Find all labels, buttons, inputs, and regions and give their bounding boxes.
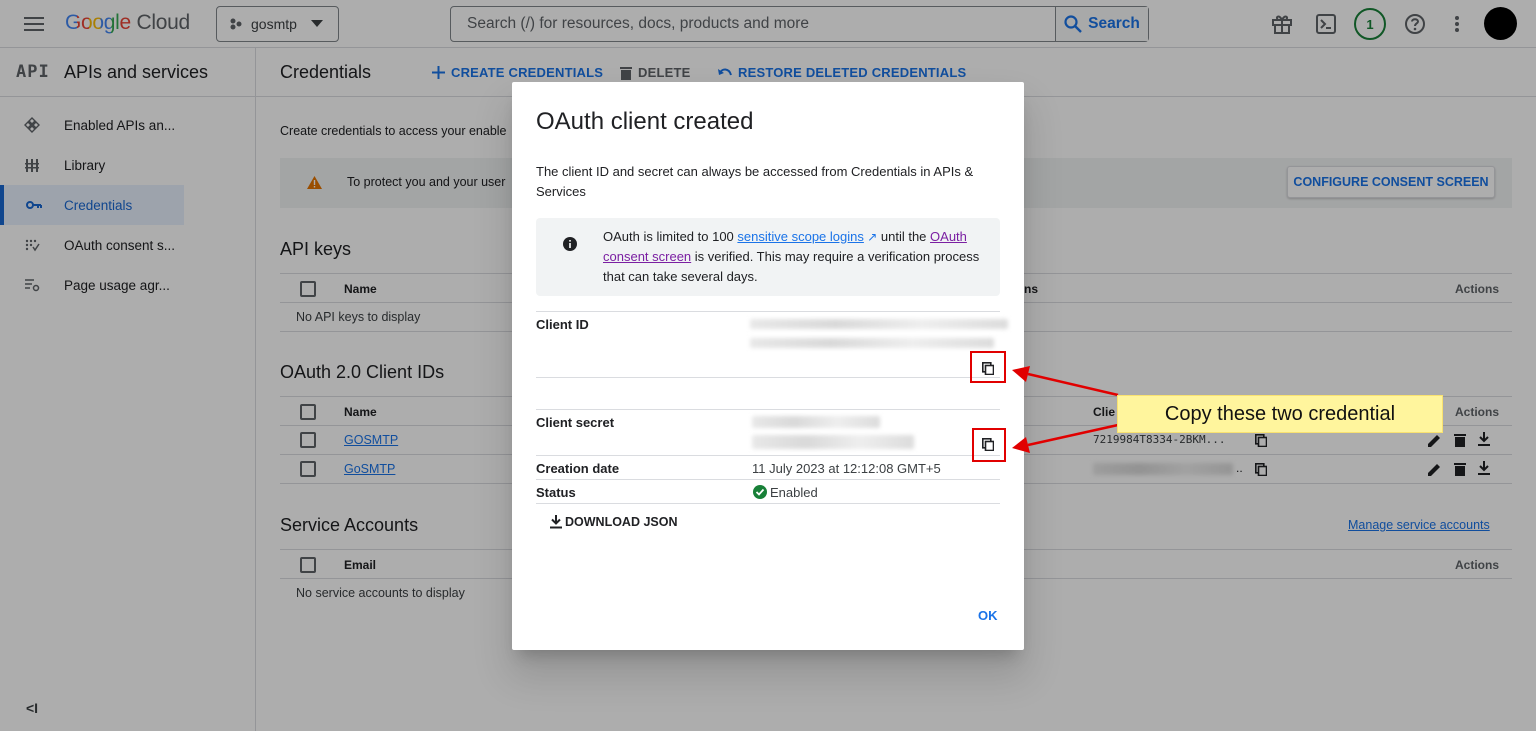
status-value: Enabled: [770, 485, 818, 500]
download-icon: [550, 515, 562, 529]
oauth-limit-info: OAuth is limited to 100 sensitive scope …: [536, 218, 1000, 296]
external-link-icon: ↗: [863, 230, 878, 244]
redacted-client-secret-line-2: [752, 435, 914, 449]
annotation-callout: Copy these two credential: [1117, 395, 1443, 433]
redacted-client-id-line-2: [750, 338, 994, 348]
sensitive-scope-logins-link[interactable]: sensitive scope logins: [737, 229, 863, 244]
info-text: OAuth is limited to 100 sensitive scope …: [603, 227, 988, 287]
divider: [536, 311, 1000, 312]
client-id-label: Client ID: [536, 317, 589, 332]
divider: [536, 503, 1000, 504]
oauth-client-created-dialog: OAuth client created The client ID and s…: [512, 82, 1024, 650]
download-json-button[interactable]: DOWNLOAD JSON: [550, 515, 678, 529]
download-json-label: DOWNLOAD JSON: [565, 515, 678, 529]
info-part-1: OAuth is limited to 100: [603, 229, 738, 244]
dialog-title: OAuth client created: [536, 108, 754, 135]
ok-button[interactable]: OK: [978, 608, 998, 623]
client-secret-label: Client secret: [536, 415, 615, 430]
highlight-copy-client-id: [970, 351, 1006, 383]
divider: [536, 479, 1000, 480]
divider: [536, 377, 1000, 378]
info-part-2: until the: [877, 229, 931, 244]
dialog-description: The client ID and secret can always be a…: [536, 164, 974, 199]
status-label: Status: [536, 485, 576, 500]
info-icon: [563, 237, 577, 251]
redacted-client-secret-line-1: [752, 416, 880, 428]
redacted-client-id-line-1: [750, 319, 1008, 329]
divider: [536, 455, 1000, 456]
creation-date-value: 11 July 2023 at 12:12:08 GMT+5: [752, 461, 941, 476]
divider: [536, 409, 1000, 410]
check-circle-icon: [753, 485, 767, 499]
highlight-copy-client-secret: [972, 428, 1006, 462]
creation-date-label: Creation date: [536, 461, 620, 476]
